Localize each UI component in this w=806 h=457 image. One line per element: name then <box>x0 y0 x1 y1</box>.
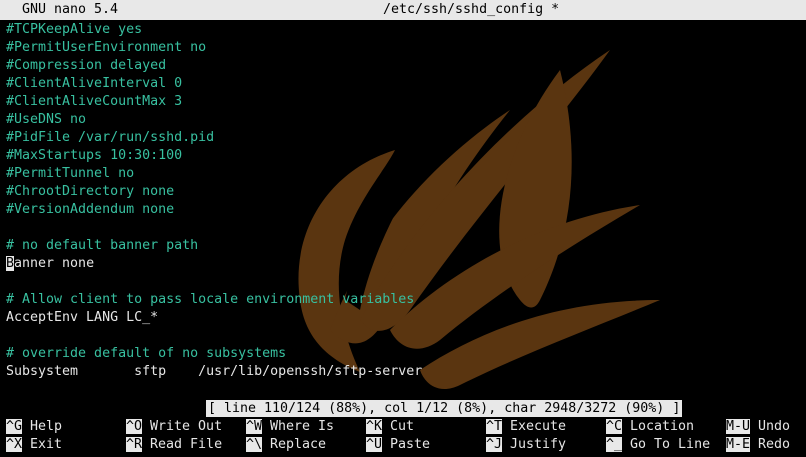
editor-line[interactable]: # no default banner path <box>6 237 422 255</box>
shortcut-exit[interactable]: ^X Exit <box>6 436 62 454</box>
shortcut-label: Read File <box>142 437 223 452</box>
editor-line[interactable]: #PermitUserEnvironment no <box>6 39 422 57</box>
editor-area[interactable]: #TCPKeepAlive yes #PermitUserEnvironment… <box>6 21 422 381</box>
shortcut-bar: ^G Help ^O Write Out ^W Where Is ^K Cut … <box>6 418 806 456</box>
editor-line-current[interactable]: Banner none <box>6 255 422 273</box>
shortcut-key: ^W <box>246 419 263 434</box>
shortcut-location[interactable]: ^C Location <box>606 418 694 436</box>
current-line-text: anner none <box>14 256 95 271</box>
shortcut-key: ^U <box>366 437 383 452</box>
editor-line[interactable]: #ChrootDirectory none <box>6 183 422 201</box>
editor-line[interactable] <box>6 327 422 345</box>
shortcut-key: ^\ <box>246 437 263 452</box>
editor-line[interactable]: # override default of no subsystems <box>6 345 422 363</box>
shortcut-label: Execute <box>502 419 567 434</box>
shortcut-undo[interactable]: M-U Undo <box>726 418 790 436</box>
editor-line[interactable]: #UseDNS no <box>6 111 422 129</box>
shortcut-label: Location <box>622 419 695 434</box>
shortcut-key: ^O <box>126 419 143 434</box>
file-path: /etc/ssh/sshd_config * <box>383 2 560 17</box>
editor-line[interactable]: #PermitTunnel no <box>6 165 422 183</box>
shortcut-key: ^J <box>486 437 503 452</box>
title-bar: GNU nano 5.4 /etc/ssh/sshd_config * <box>0 0 806 20</box>
shortcut-label: Cut <box>382 419 415 434</box>
shortcut-key: ^_ <box>606 437 623 452</box>
shortcut-redo[interactable]: M-E Redo <box>726 436 790 454</box>
shortcut-label: Write Out <box>142 419 223 434</box>
program-name: GNU nano 5.4 <box>22 2 119 17</box>
shortcut-label: Justify <box>502 437 567 452</box>
editor-line[interactable]: #Compression delayed <box>6 57 422 75</box>
shortcut-label: Where Is <box>262 419 335 434</box>
shortcut-label: Replace <box>262 437 327 452</box>
terminal-window: GNU nano 5.4 /etc/ssh/sshd_config * #TCP… <box>0 0 806 457</box>
shortcut-key: ^X <box>6 437 23 452</box>
editor-line[interactable]: #MaxStartups 10:30:100 <box>6 147 422 165</box>
shortcut-read-file[interactable]: ^R Read File <box>126 436 222 454</box>
shortcut-key: ^G <box>6 419 23 434</box>
editor-line[interactable]: #TCPKeepAlive yes <box>6 21 422 39</box>
shortcut-label: Undo <box>750 419 791 434</box>
editor-line[interactable]: #PidFile /var/run/sshd.pid <box>6 129 422 147</box>
editor-line[interactable]: #ClientAliveCountMax 3 <box>6 93 422 111</box>
shortcut-paste[interactable]: ^U Paste <box>366 436 430 454</box>
editor-line[interactable] <box>6 219 422 237</box>
shortcut-where-is[interactable]: ^W Where Is <box>246 418 334 436</box>
shortcut-label: Go To Line <box>622 437 711 452</box>
shortcut-label: Exit <box>22 437 63 452</box>
editor-line[interactable] <box>6 273 422 291</box>
shortcut-label: Redo <box>750 437 791 452</box>
shortcut-cut[interactable]: ^K Cut <box>366 418 414 436</box>
shortcut-write-out[interactable]: ^O Write Out <box>126 418 222 436</box>
shortcut-key: M-E <box>726 437 751 452</box>
shortcut-help[interactable]: ^G Help <box>6 418 62 436</box>
shortcut-execute[interactable]: ^T Execute <box>486 418 566 436</box>
shortcut-replace[interactable]: ^\ Replace <box>246 436 326 454</box>
shortcut-key: ^K <box>366 419 383 434</box>
shortcut-key: M-U <box>726 419 751 434</box>
status-message: [ line 110/124 (88%), col 1/12 (8%), cha… <box>206 400 683 417</box>
editor-line[interactable]: AcceptEnv LANG LC_* <box>6 309 422 327</box>
shortcut-key: ^C <box>606 419 623 434</box>
shortcut-key: ^T <box>486 419 503 434</box>
shortcut-justify[interactable]: ^J Justify <box>486 436 566 454</box>
shortcut-go-to-line[interactable]: ^_ Go To Line <box>606 436 710 454</box>
editor-line[interactable]: # Allow client to pass locale environmen… <box>6 291 422 309</box>
shortcut-label: Paste <box>382 437 431 452</box>
text-cursor: B <box>6 256 15 271</box>
editor-line[interactable]: #ClientAliveInterval 0 <box>6 75 422 93</box>
editor-line[interactable]: Subsystem sftp /usr/lib/openssh/sftp-ser… <box>6 363 422 381</box>
shortcut-label: Help <box>22 419 63 434</box>
editor-line[interactable]: #VersionAddendum none <box>6 201 422 219</box>
shortcut-key: ^R <box>126 437 143 452</box>
